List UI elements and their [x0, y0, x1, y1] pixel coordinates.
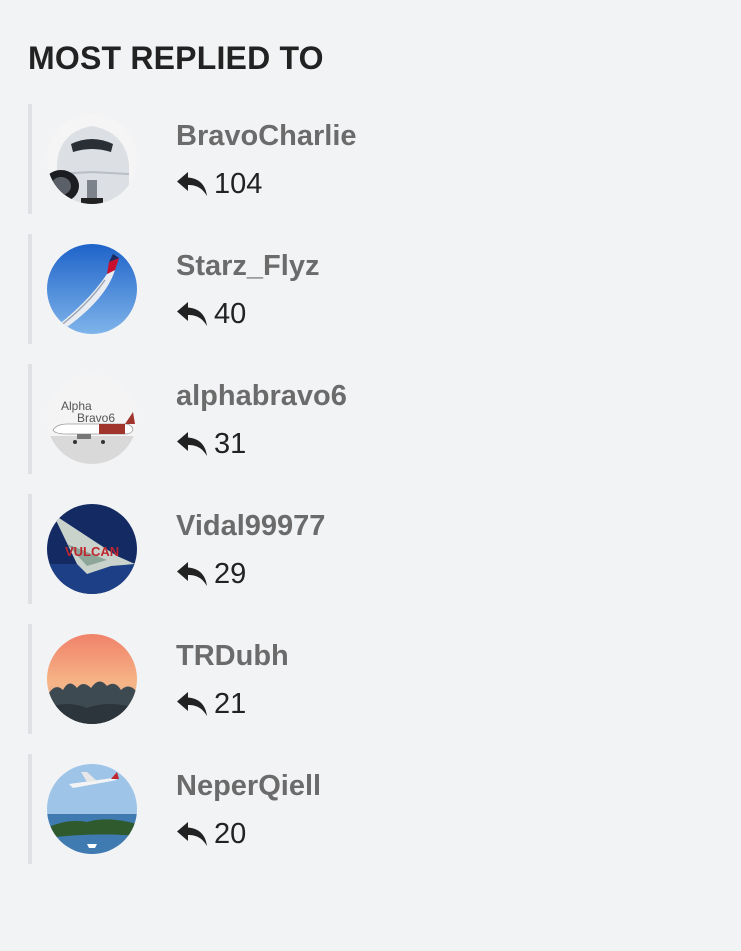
reply-count: 31	[214, 428, 247, 460]
user-avatar[interactable]: VULCAN	[47, 504, 137, 594]
username-link[interactable]: alphabravo6	[176, 378, 347, 414]
reply-arrow-icon	[177, 562, 207, 586]
reply-count: 29	[214, 558, 247, 590]
reply-count: 40	[214, 298, 247, 330]
username-link[interactable]: BravoCharlie	[176, 118, 357, 154]
user-avatar[interactable]	[47, 634, 137, 724]
reply-count: 104	[214, 168, 263, 200]
svg-text:Bravo6: Bravo6	[77, 411, 115, 425]
reply-stat: 40	[176, 296, 246, 332]
user-row: TRDubh 21	[28, 624, 708, 734]
reply-stat: 21	[176, 686, 246, 722]
user-row: BravoCharlie 104	[28, 104, 708, 214]
reply-arrow-icon	[177, 432, 207, 456]
user-row: Starz_Flyz 40	[28, 234, 708, 344]
plane-over-island-avatar-image	[47, 764, 137, 854]
reply-count: 21	[214, 688, 247, 720]
username-link[interactable]: TRDubh	[176, 638, 289, 674]
user-avatar[interactable]: Alpha Bravo6	[47, 374, 137, 464]
wingtip-sky-avatar-image	[47, 244, 137, 334]
reply-stat: 31	[176, 426, 246, 462]
user-avatar[interactable]	[47, 764, 137, 854]
user-row: Alpha Bravo6 alphabravo6 31	[28, 364, 708, 474]
username-link[interactable]: Vidal99977	[176, 508, 325, 544]
reply-stat: 104	[176, 166, 262, 202]
reply-count: 20	[214, 818, 247, 850]
alphabravo6-airliner-avatar-image: Alpha Bravo6	[47, 374, 137, 464]
user-avatar[interactable]	[47, 244, 137, 334]
user-list: BravoCharlie 104 Starz_Flyz 40 Alpha Bra…	[28, 104, 708, 884]
reply-arrow-icon	[177, 692, 207, 716]
panel-title: MOST REPLIED TO	[28, 40, 324, 76]
most-replied-to-panel: MOST REPLIED TO BravoCharlie 104 Starz_F…	[0, 0, 741, 951]
username-link[interactable]: NeperQiell	[176, 768, 321, 804]
username-link[interactable]: Starz_Flyz	[176, 248, 319, 284]
vulcan-bomber-avatar-image: VULCAN	[47, 504, 137, 594]
airplane-nose-avatar-image	[47, 114, 137, 204]
user-row: NeperQiell 20	[28, 754, 708, 864]
svg-text:VULCAN: VULCAN	[65, 544, 119, 559]
reply-arrow-icon	[177, 172, 207, 196]
reply-stat: 20	[176, 816, 246, 852]
user-avatar[interactable]	[47, 114, 137, 204]
reply-arrow-icon	[177, 822, 207, 846]
sunset-trees-avatar-image	[47, 634, 137, 724]
reply-arrow-icon	[177, 302, 207, 326]
user-row: VULCAN Vidal99977 29	[28, 494, 708, 604]
reply-stat: 29	[176, 556, 246, 592]
